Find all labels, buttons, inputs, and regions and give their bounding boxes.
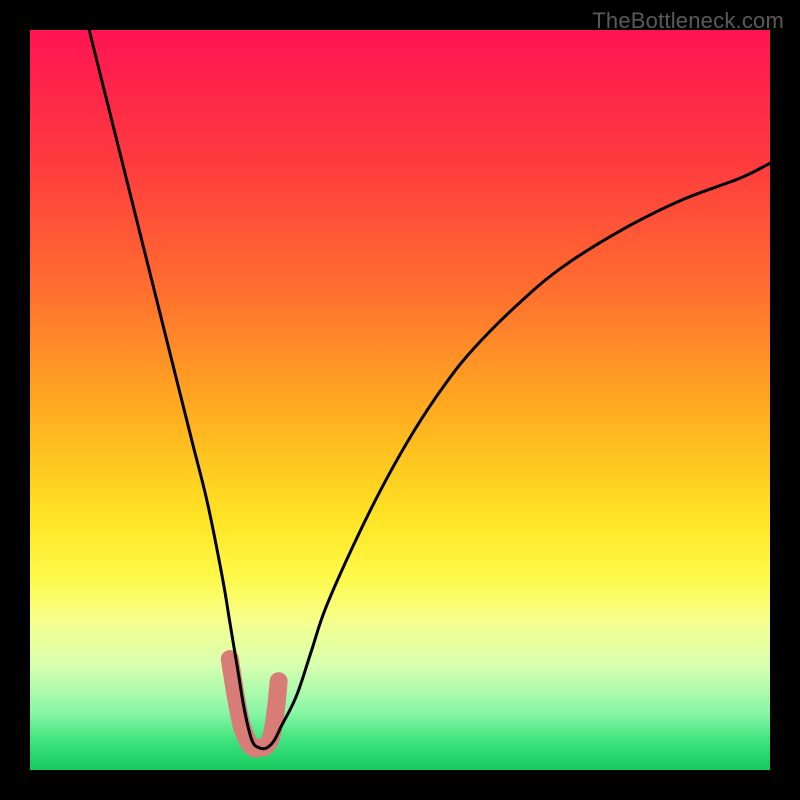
plot-area [30,30,770,770]
chart-frame: TheBottleneck.com [0,0,800,800]
bottleneck-curve [89,30,770,749]
watermark-text: TheBottleneck.com [592,8,784,34]
chart-curves [30,30,770,770]
